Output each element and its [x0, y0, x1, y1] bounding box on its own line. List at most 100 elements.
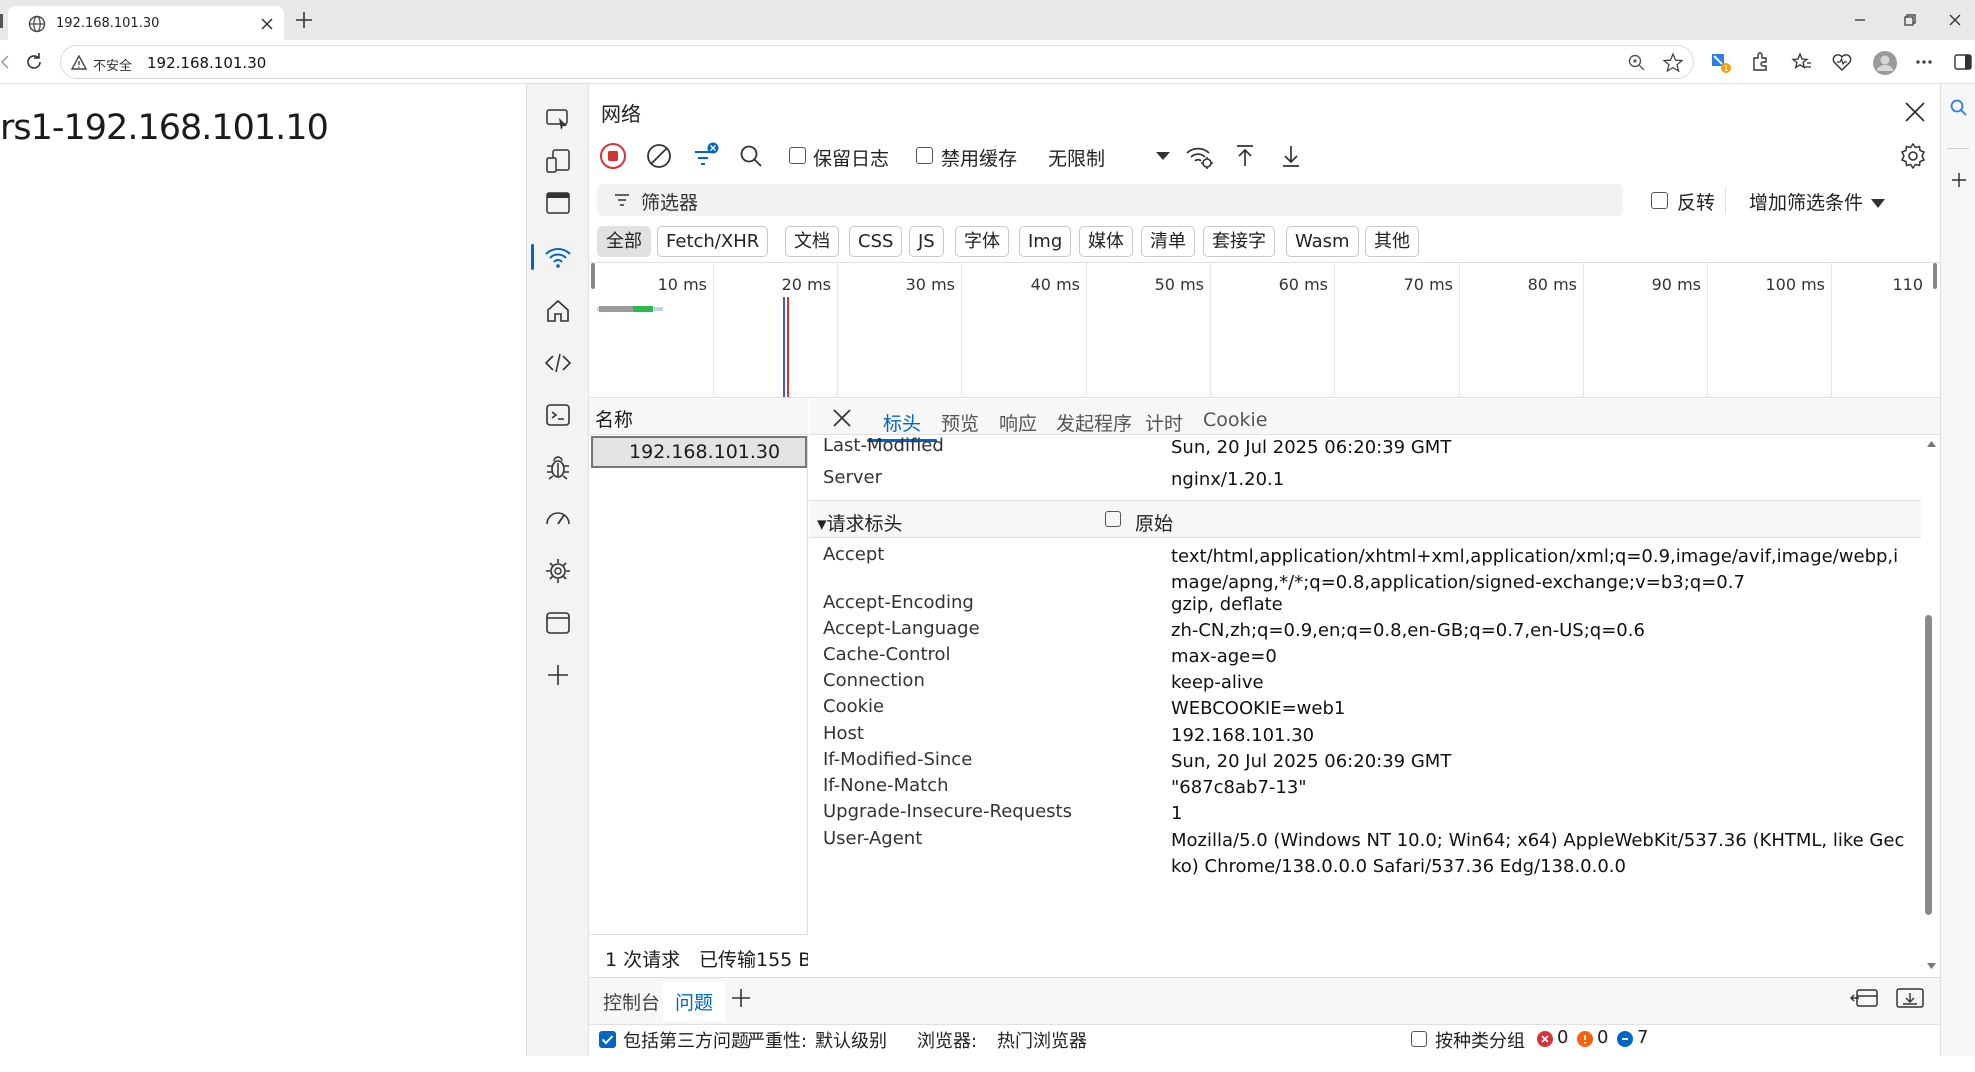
- type-chip-img[interactable]: Img: [1019, 226, 1072, 257]
- disable-cache-checkbox[interactable]: [916, 147, 933, 164]
- network-wifi-icon[interactable]: [531, 242, 573, 272]
- column-name-header[interactable]: 名称: [595, 405, 633, 432]
- search-icon[interactable]: [737, 142, 765, 170]
- header-name: User-Agent: [823, 828, 923, 849]
- back-icon[interactable]: [0, 50, 24, 74]
- more-menu-icon[interactable]: [1912, 50, 1936, 74]
- browser-essentials-icon[interactable]: [1830, 50, 1854, 74]
- sidebar-search-icon[interactable]: [1949, 98, 1969, 118]
- more-tools-plus-icon[interactable]: [543, 660, 573, 690]
- include-third-party-checkbox[interactable]: [599, 1031, 616, 1048]
- new-tab-button[interactable]: [292, 8, 316, 32]
- browser-select[interactable]: 热门浏览器: [997, 1027, 1087, 1053]
- close-devtools-icon[interactable]: [1901, 98, 1929, 126]
- import-har-icon[interactable]: [1231, 142, 1259, 170]
- timeline-left-handle[interactable]: [591, 263, 595, 289]
- request-list-header[interactable]: 名称: [589, 399, 808, 435]
- tab-headers[interactable]: 标头: [866, 409, 938, 442]
- sidebar-add-icon[interactable]: [1949, 170, 1969, 190]
- timeline-tick-label: 70 ms: [1403, 275, 1453, 294]
- type-chip-media[interactable]: 媒体: [1079, 226, 1133, 257]
- request-row[interactable]: 192.168.101.30: [591, 436, 807, 468]
- request-headers-section[interactable]: ▾请求标头 原始: [809, 500, 1921, 538]
- disable-cache-label: 禁用缓存: [941, 148, 1018, 170]
- url-text[interactable]: 192.168.101.30: [147, 54, 266, 72]
- sidebar-toggle-icon[interactable]: [1952, 50, 1975, 74]
- type-chip-font[interactable]: 字体: [955, 226, 1009, 257]
- drawer-tab-issues[interactable]: 问题: [663, 982, 726, 1021]
- group-by-kind-checkbox[interactable]: [1411, 1031, 1427, 1047]
- chevron-down-icon[interactable]: [1149, 142, 1177, 170]
- type-chip-socket[interactable]: 套接字: [1203, 226, 1275, 257]
- request-name[interactable]: 192.168.101.30: [629, 441, 780, 463]
- welcome-icon[interactable]: [543, 188, 573, 218]
- device-emulation-icon[interactable]: [543, 146, 573, 176]
- more-filters-button[interactable]: 增加筛选条件: [1749, 188, 1863, 215]
- type-chip-fetch-xhr[interactable]: Fetch/XHR: [657, 226, 769, 257]
- close-details-icon[interactable]: [829, 405, 855, 431]
- clear-icon[interactable]: [645, 142, 673, 170]
- security-label[interactable]: 不安全: [93, 55, 132, 74]
- invert-checkbox[interactable]: [1651, 192, 1668, 209]
- close-window-button[interactable]: [1945, 10, 1965, 30]
- minimize-drawer-icon[interactable]: [1895, 986, 1925, 1010]
- throttling-select[interactable]: 无限制: [1048, 144, 1105, 171]
- application-icon[interactable]: [543, 608, 573, 638]
- tab-initiator[interactable]: 发起程序: [1056, 409, 1132, 436]
- scrollbar-thumb[interactable]: [1925, 615, 1932, 915]
- timeline-right-handle[interactable]: [1933, 263, 1937, 289]
- tab-actions-icon[interactable]: [0, 14, 3, 28]
- timeline-tick-label: 30 ms: [905, 275, 955, 294]
- timeline-overview[interactable]: 10 ms 20 ms 30 ms 40 ms 50 ms 60 ms 70 m…: [589, 262, 1940, 398]
- type-chip-other[interactable]: 其他: [1365, 226, 1419, 257]
- preserve-log-checkbox[interactable]: [789, 147, 806, 164]
- add-drawer-tab-icon[interactable]: [729, 986, 753, 1010]
- type-chip-wasm[interactable]: Wasm: [1286, 226, 1359, 257]
- extensions-puzzle-icon[interactable]: [1748, 50, 1772, 74]
- record-stop-icon[interactable]: [599, 142, 627, 170]
- profile-avatar[interactable]: [1872, 50, 1897, 75]
- raw-checkbox[interactable]: [1105, 511, 1121, 527]
- tab-timing[interactable]: 计时: [1145, 409, 1183, 436]
- extension-icon[interactable]: 1: [1708, 50, 1732, 74]
- console-icon[interactable]: [543, 400, 573, 430]
- severity-select[interactable]: 默认级别: [815, 1027, 887, 1053]
- type-chip-doc[interactable]: 文档: [785, 226, 839, 257]
- network-conditions-icon[interactable]: [1185, 142, 1213, 170]
- performance-gauge-icon[interactable]: [543, 504, 573, 534]
- type-chip-all[interactable]: 全部: [597, 226, 651, 257]
- timeline-gridline: [1831, 263, 1832, 397]
- drawer-tab-console[interactable]: 控制台: [603, 988, 660, 1015]
- divider: [1725, 188, 1726, 214]
- warning-icon[interactable]: [71, 55, 87, 71]
- type-chip-manifest[interactable]: 清单: [1141, 226, 1195, 257]
- dock-icon[interactable]: [1849, 986, 1879, 1010]
- request-headers-title[interactable]: ▾请求标头: [817, 509, 903, 536]
- elements-code-icon[interactable]: [543, 348, 573, 378]
- tab-close-icon[interactable]: [260, 17, 274, 31]
- address-bar[interactable]: 不安全 192.168.101.30: [60, 45, 1694, 79]
- zoom-icon[interactable]: [1627, 53, 1647, 73]
- favorite-star-icon[interactable]: [1662, 52, 1684, 74]
- more-filters-chevron-icon[interactable]: [1867, 192, 1889, 214]
- refresh-icon[interactable]: [22, 50, 46, 74]
- export-har-icon[interactable]: [1277, 142, 1305, 170]
- restore-button[interactable]: [1900, 10, 1920, 30]
- filter-input[interactable]: 筛选器: [597, 184, 1623, 216]
- bug-icon[interactable]: [543, 452, 573, 482]
- favorites-icon[interactable]: [1790, 50, 1814, 74]
- tab-preview[interactable]: 预览: [941, 409, 979, 436]
- minimize-button[interactable]: [1850, 10, 1870, 30]
- tab-cookies[interactable]: Cookie: [1203, 409, 1268, 431]
- type-chip-css[interactable]: CSS: [849, 226, 903, 257]
- browser-tab[interactable]: 192.168.101.30: [8, 6, 284, 40]
- type-chip-js[interactable]: JS: [909, 226, 944, 257]
- request-bar-waiting: [599, 306, 633, 312]
- tab-response[interactable]: 响应: [999, 409, 1037, 436]
- inspect-element-icon[interactable]: [543, 104, 573, 134]
- dom-content-loaded-line: [783, 297, 785, 397]
- home-icon[interactable]: [543, 296, 573, 326]
- filter-toggle-icon[interactable]: [691, 142, 719, 170]
- settings-gear-icon[interactable]: [1899, 142, 1927, 170]
- memory-chip-icon[interactable]: [543, 556, 573, 586]
